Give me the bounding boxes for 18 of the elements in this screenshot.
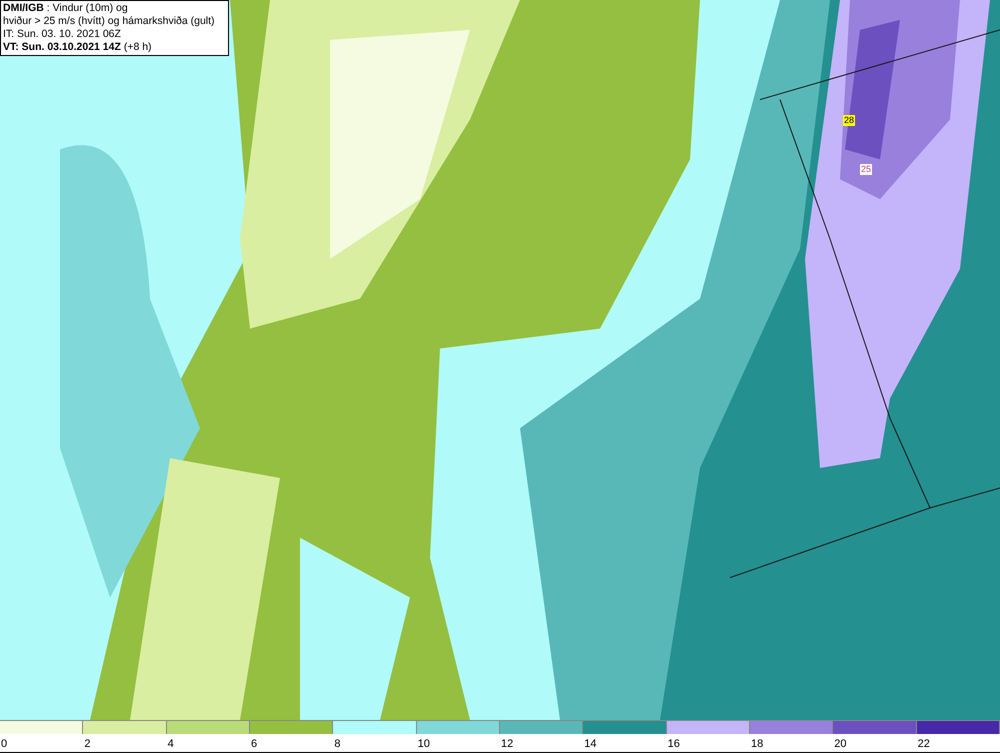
legend-label: 4 bbox=[166, 737, 174, 752]
legend-label: 22 bbox=[916, 737, 930, 752]
legend-label: 14 bbox=[583, 737, 597, 752]
legend-label: 18 bbox=[750, 737, 764, 752]
legend-label: 0 bbox=[0, 737, 8, 752]
map-value-label: 25 bbox=[860, 164, 872, 175]
legend-label: 2 bbox=[83, 737, 90, 752]
title-line: VT: Sun. 03.10.2021 14Z (+8 h) bbox=[3, 41, 153, 54]
legend-label: 20 bbox=[833, 737, 847, 752]
map-value-label: 28 bbox=[843, 115, 856, 126]
legend-label: 12 bbox=[500, 737, 514, 752]
title-line: IT: Sun. 03. 10. 2021 06Z bbox=[3, 28, 122, 41]
legend-label: 6 bbox=[250, 737, 258, 752]
title-line: hviður > 25 m/s (hvítt) og hámarkshviða (gult) bbox=[3, 15, 216, 28]
title-line: DMI/IGB : Vindur (10m) og bbox=[3, 2, 129, 15]
legend-label: 10 bbox=[416, 737, 430, 752]
legend-label: 8 bbox=[333, 737, 340, 752]
legend-label: 16 bbox=[666, 737, 680, 752]
